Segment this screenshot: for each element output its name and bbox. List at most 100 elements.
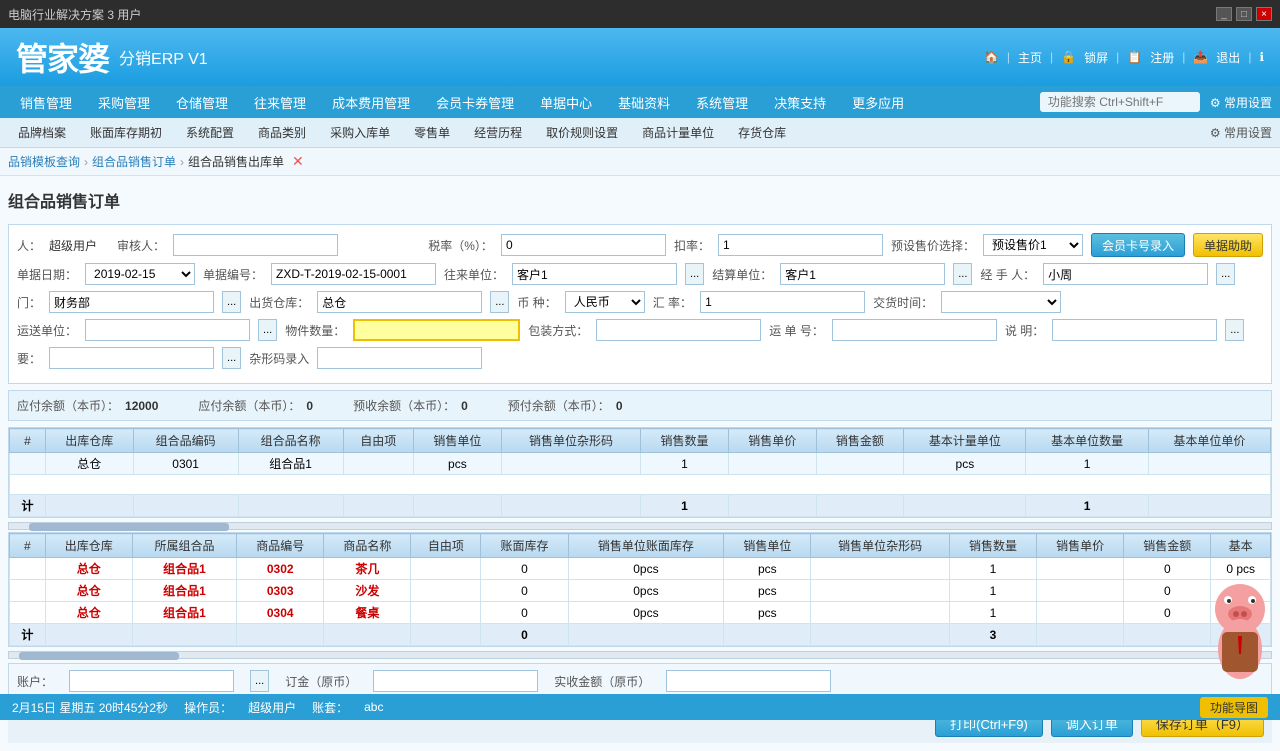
shipping-ellipsis[interactable]: ... [258,319,277,341]
logo-sub: 分销ERP V1 [119,45,208,69]
table-row[interactable]: 总仓 0301 组合品1 pcs 1 pcs 1 [10,453,1271,475]
detail-sum-row: 计 0 3 [10,624,1271,646]
cell-free [343,453,413,475]
scroll-thumb[interactable] [29,523,229,531]
register-link[interactable]: 注册 [1150,49,1174,66]
price-select[interactable]: 预设售价1 [983,234,1083,256]
home-icon[interactable]: 🏠 [984,50,999,64]
date-input[interactable]: 2019-02-15 [85,263,195,285]
person-label: 人： [17,237,41,254]
col-sale-unit: 销售单位 [414,429,502,453]
shipping-input[interactable] [85,319,250,341]
nav-purchase[interactable]: 采购管理 [86,89,162,116]
main-table-scrollbar[interactable] [8,522,1272,530]
exchange-input[interactable] [700,291,865,313]
approver-input[interactable] [173,234,338,256]
tax-rate-input[interactable] [501,234,666,256]
empty-row [10,475,1271,495]
home-link[interactable]: 主页 [1018,49,1042,66]
close-btn[interactable]: × [1256,7,1272,21]
subnav-stock-init[interactable]: 账面库存期初 [80,121,172,144]
member-card-btn[interactable]: 会员卡号录入 [1091,233,1185,257]
nav-member[interactable]: 会员卡券管理 [424,89,526,116]
status-right-btn[interactable]: 功能导图 [1200,697,1268,718]
subnav-uom[interactable]: 商品计量单位 [632,121,724,144]
minimize-btn[interactable]: _ [1216,7,1232,21]
lock-link[interactable]: 锁屏 [1084,49,1108,66]
discount-input[interactable] [718,234,883,256]
receivable-value: 0 [306,399,313,413]
shipping-label: 运送单位： [17,322,77,339]
handler-input[interactable] [1043,263,1208,285]
nav-settings[interactable]: ⚙ 常用设置 [1210,94,1272,111]
nav-search-input[interactable] [1040,92,1200,112]
approver-label: 审核人： [117,237,165,254]
recipient-input[interactable] [512,263,677,285]
remarks-ellipsis[interactable]: ... [1225,319,1244,341]
subnav-category[interactable]: 商品类别 [248,121,316,144]
nav-docs[interactable]: 单据中心 [528,89,604,116]
col-sale-unit-code: 销售单位杂形码 [501,429,640,453]
settlement-ellipsis[interactable]: ... [953,263,972,285]
subnav-brand[interactable]: 品牌档案 [8,121,76,144]
subnav-stock-warehouse[interactable]: 存货仓库 [728,121,796,144]
subnav-price-rules[interactable]: 取价规则设置 [536,121,628,144]
warehouse-ellipsis[interactable]: ... [490,291,509,313]
dept-input[interactable] [49,291,214,313]
nav-more[interactable]: 更多应用 [840,89,916,116]
dcol-stock: 账面库存 [481,534,568,558]
subnav-sys-config[interactable]: 系统配置 [176,121,244,144]
recipient-label: 往来单位： [444,266,504,283]
barcode-input[interactable] [317,347,482,369]
cell-sale-unit: pcs [414,453,502,475]
detail-row[interactable]: 总仓 组合品1 0303 沙发 0 0pcs pcs 1 0 0 [10,580,1271,602]
breadcrumb-close-icon[interactable]: ✕ [292,153,304,170]
pre-receive-label: 预收余额（本币）： [353,397,455,414]
breadcrumb-item-1[interactable]: 品销模板查询 [8,153,80,170]
detail-table-scrollbar[interactable] [8,651,1272,659]
settlement-input[interactable] [780,263,945,285]
nav-warehouse[interactable]: 仓储管理 [164,89,240,116]
date-label: 单据日期： [17,266,77,283]
account-ellipsis[interactable]: ... [250,670,269,692]
maximize-btn[interactable]: □ [1236,7,1252,21]
require-input[interactable] [49,347,214,369]
remarks-input[interactable] [1052,319,1217,341]
detail-row[interactable]: 总仓 组合品1 0304 餐桌 0 0pcs pcs 1 0 0 pcs [10,602,1271,624]
dcol-num: # [10,534,46,558]
nav-decision[interactable]: 决策支持 [762,89,838,116]
window-controls[interactable]: _ □ × [1216,7,1272,21]
detail-row[interactable]: 总仓 组合品1 0302 茶几 0 0pcs pcs 1 0 0 pcs [10,558,1271,580]
actual-input[interactable] [666,670,831,692]
breadcrumb-item-2[interactable]: 组合品销售订单 [92,153,176,170]
currency-select[interactable]: 人民币 [565,291,645,313]
subnav-settings[interactable]: ⚙ 常用设置 [1210,124,1272,141]
subnav-history[interactable]: 经营历程 [464,121,532,144]
nav-base[interactable]: 基础资料 [606,89,682,116]
warehouse-input[interactable] [317,291,482,313]
account-input[interactable] [69,670,234,692]
help-btn[interactable]: 单据助助 [1193,233,1263,257]
subnav-retail[interactable]: 零售单 [404,121,460,144]
recipient-ellipsis[interactable]: ... [685,263,704,285]
order-num-input[interactable] [271,263,436,285]
detail-scroll-thumb[interactable] [19,652,179,660]
nav-cost[interactable]: 成本费用管理 [320,89,422,116]
nav-system[interactable]: 系统管理 [684,89,760,116]
nav-sales[interactable]: 销售管理 [8,89,84,116]
shipping-num-input[interactable] [832,319,997,341]
parts-count-input[interactable] [353,319,520,341]
transaction-time-label: 交货时间： [873,294,933,311]
info-icon[interactable]: ℹ [1259,50,1264,64]
app-header: 管家婆 分销ERP V1 🏠 | 主页 | 🔒 锁屏 | 📋 注册 | 📤 退出… [0,28,1280,86]
transaction-time-select[interactable] [941,291,1061,313]
handler-ellipsis[interactable]: ... [1216,263,1235,285]
dept-ellipsis[interactable]: ... [222,291,241,313]
exit-link[interactable]: 退出 [1216,49,1240,66]
main-table: # 出库仓库 组合品编码 组合品名称 自由项 销售单位 销售单位杂形码 销售数量… [9,428,1271,517]
subnav-purchase[interactable]: 采购入库单 [320,121,400,144]
nav-relations[interactable]: 往来管理 [242,89,318,116]
order-input[interactable] [373,670,538,692]
pack-input[interactable] [596,319,761,341]
require-ellipsis[interactable]: ... [222,347,241,369]
